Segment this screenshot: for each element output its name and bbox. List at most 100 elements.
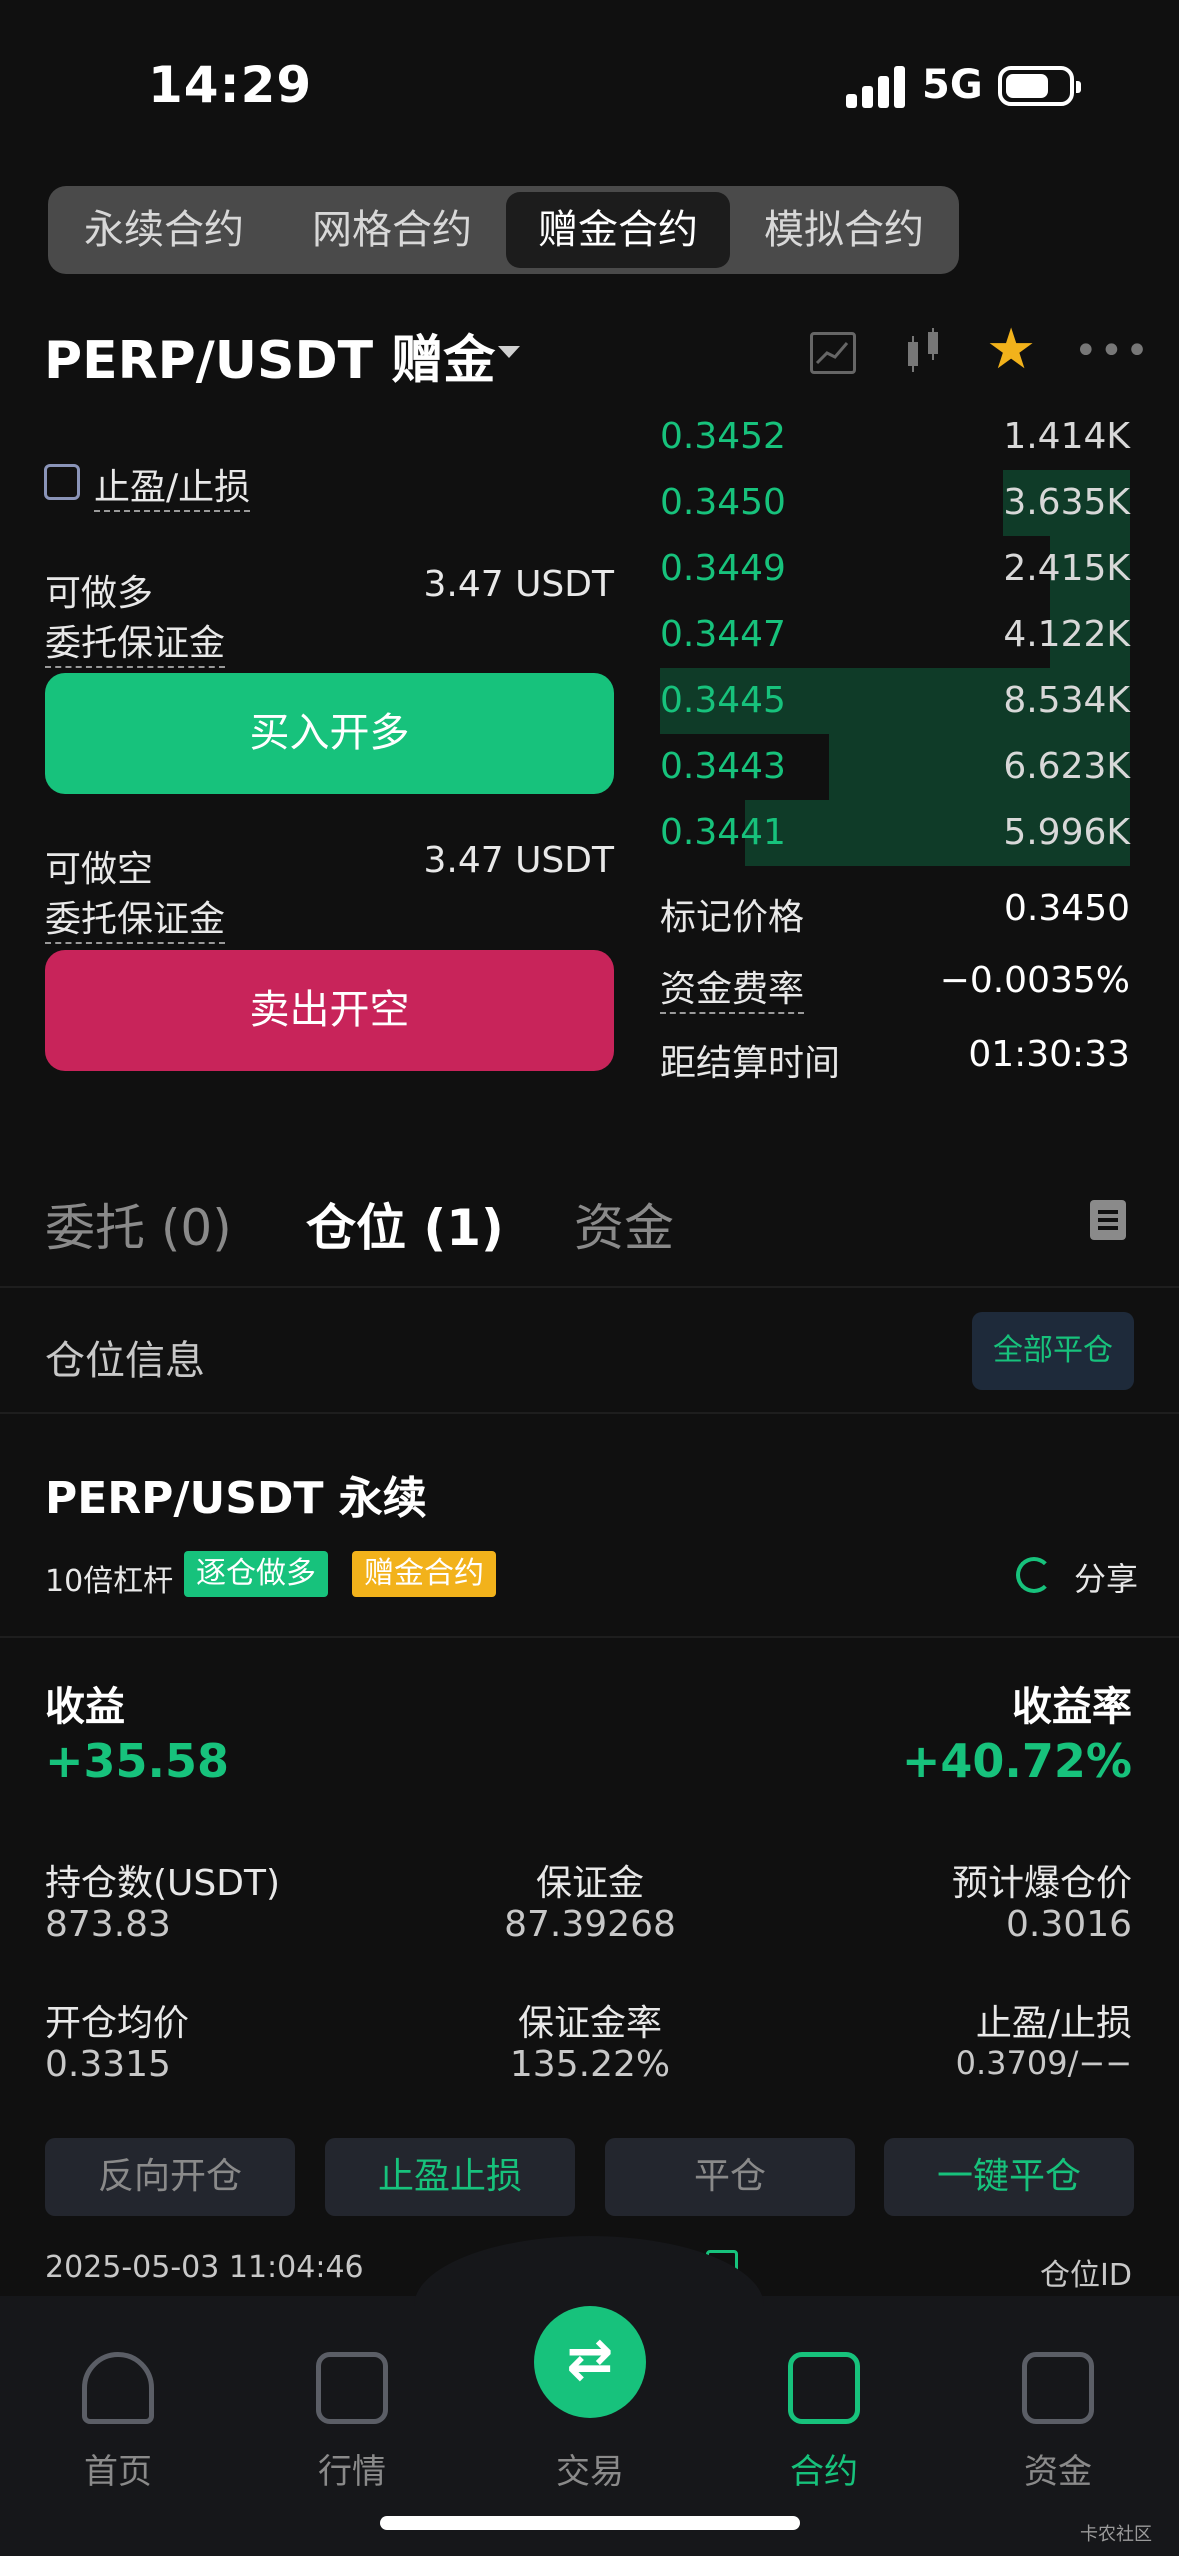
tab-orders[interactable]: 委托 (0) bbox=[45, 1188, 232, 1260]
roe-value: +40.72% bbox=[901, 1734, 1132, 1788]
status-bar: 14:29 5G bbox=[0, 0, 1179, 170]
home-indicator bbox=[380, 2516, 800, 2530]
segment-demo[interactable]: 模拟合约 bbox=[734, 192, 954, 268]
orderbook-row[interactable]: 0.3450 3.635K bbox=[660, 470, 1130, 536]
orderbook-qty: 5.996K bbox=[1003, 812, 1130, 853]
short-margin-label: 委托保证金 bbox=[45, 899, 226, 944]
tab-positions[interactable]: 仓位 (1) bbox=[306, 1188, 504, 1260]
tpsl-checkbox[interactable] bbox=[44, 464, 80, 500]
nav-label: 资金 bbox=[1024, 2452, 1092, 2492]
orderbook-row[interactable]: 0.3449 2.415K bbox=[660, 536, 1130, 602]
close-all-button[interactable]: 全部平仓 bbox=[972, 1312, 1134, 1390]
margin-label: 保证金 bbox=[535, 1863, 644, 1904]
chart-icon[interactable] bbox=[810, 332, 856, 374]
orderbook-price: 0.3452 bbox=[660, 416, 786, 457]
segment-grid[interactable]: 网格合约 bbox=[282, 192, 502, 268]
candlestick-icon[interactable] bbox=[904, 328, 944, 376]
margin-rate-value: 135.22% bbox=[509, 2044, 671, 2085]
share-button[interactable]: 分享 bbox=[1074, 1554, 1138, 1600]
short-available-value: 3.47 USDT bbox=[423, 840, 614, 881]
quick-close-button[interactable]: 一键平仓 bbox=[884, 2138, 1134, 2216]
size-label: 持仓数(USDT) bbox=[45, 1863, 281, 1904]
home-icon bbox=[82, 2352, 154, 2424]
market-icon bbox=[316, 2352, 388, 2424]
orderbook-price: 0.3441 bbox=[660, 812, 786, 853]
settle-time-label: 距结算时间 bbox=[660, 1043, 841, 1084]
pnl-label: 收益 bbox=[45, 1684, 125, 1730]
liq-price-label: 预计爆仓价 bbox=[951, 1863, 1132, 1904]
orderbook-price: 0.3450 bbox=[660, 482, 786, 523]
orderbook-price: 0.3447 bbox=[660, 614, 786, 655]
short-available-label: 可做空 bbox=[45, 849, 154, 890]
orderbook-row[interactable]: 0.3443 6.623K bbox=[660, 734, 1130, 800]
wallet-icon bbox=[1022, 2352, 1094, 2424]
share-icon[interactable] bbox=[1016, 1557, 1052, 1593]
orderbook-row[interactable]: 0.3447 4.122K bbox=[660, 602, 1130, 668]
star-icon[interactable]: ★ bbox=[986, 322, 1036, 378]
entry-price-label: 开仓均价 bbox=[45, 2003, 190, 2044]
segment-perpetual[interactable]: 永续合约 bbox=[54, 192, 274, 268]
orderbook-qty: 4.122K bbox=[1003, 614, 1130, 655]
more-icon[interactable]: ••• bbox=[1074, 331, 1151, 371]
long-margin-label: 委托保证金 bbox=[45, 623, 226, 668]
nav-trade[interactable]: 交易 bbox=[510, 2352, 670, 2493]
pair-selector[interactable]: PERP/USDT 赠金 bbox=[44, 318, 495, 393]
margin-mode-badge: 逐仓做多 bbox=[184, 1551, 328, 1597]
nav-contract[interactable]: 合约 bbox=[744, 2352, 904, 2493]
size-value: 873.83 bbox=[45, 1904, 171, 1945]
orderbook-row[interactable]: 0.3452 1.414K bbox=[660, 404, 1130, 470]
margin-value: 87.39268 bbox=[504, 1904, 676, 1945]
settle-time-value: 01:30:33 bbox=[968, 1034, 1130, 1075]
nav-label: 行情 bbox=[318, 2452, 386, 2492]
tpsl-label: 止盈/止损 bbox=[94, 467, 251, 512]
segment-bonus[interactable]: 赠金合约 bbox=[506, 192, 730, 268]
nav-label: 首页 bbox=[84, 2452, 152, 2492]
pnl-value: +35.58 bbox=[45, 1734, 230, 1788]
orderbook-price: 0.3443 bbox=[660, 746, 786, 787]
mark-price-value: 0.3450 bbox=[1004, 888, 1130, 929]
reverse-position-button[interactable]: 反向开仓 bbox=[45, 2138, 295, 2216]
nav-funds[interactable]: 资金 bbox=[978, 2352, 1138, 2493]
signal-icon bbox=[846, 66, 906, 108]
orderbook-price: 0.3445 bbox=[660, 680, 786, 721]
roe-label: 收益率 bbox=[1012, 1684, 1132, 1730]
position-symbol: PERP/USDT 永续 bbox=[45, 1473, 427, 1524]
close-position-button[interactable]: 平仓 bbox=[605, 2138, 855, 2216]
long-available-value: 3.47 USDT bbox=[423, 564, 614, 605]
orderbook-qty: 8.534K bbox=[1003, 680, 1130, 721]
chevron-down-icon[interactable] bbox=[498, 346, 520, 358]
tpsl-button[interactable]: 止盈止损 bbox=[325, 2138, 575, 2216]
sell-short-button[interactable]: 卖出开空 bbox=[45, 950, 614, 1071]
tab-funds[interactable]: 资金 bbox=[574, 1188, 674, 1260]
buy-long-button[interactable]: 买入开多 bbox=[45, 673, 614, 794]
status-time: 14:29 bbox=[148, 56, 313, 114]
orderbook-qty: 6.623K bbox=[1003, 746, 1130, 787]
watermark-text: 卡农社区 bbox=[1080, 2524, 1152, 2545]
battery-icon bbox=[998, 66, 1081, 106]
orderbook-row[interactable]: 0.3445 8.534K bbox=[660, 668, 1130, 734]
nav-label: 交易 bbox=[556, 2452, 624, 2492]
nav-label: 合约 bbox=[790, 2452, 858, 2492]
funding-rate-value: −0.0035% bbox=[939, 960, 1130, 1001]
tpsl-position-value: 0.3709/−− bbox=[955, 2044, 1132, 2082]
position-time: 2025-05-03 11:04:46 bbox=[45, 2250, 364, 2285]
orderbook-qty: 2.415K bbox=[1003, 548, 1130, 589]
divider bbox=[0, 1286, 1179, 1288]
nav-market[interactable]: 行情 bbox=[272, 2352, 432, 2493]
divider bbox=[0, 1636, 1179, 1638]
mark-price-label: 标记价格 bbox=[660, 897, 805, 938]
contract-icon bbox=[788, 2352, 860, 2424]
nav-home[interactable]: 首页 bbox=[38, 2352, 198, 2493]
orderbook-price: 0.3449 bbox=[660, 548, 786, 589]
contract-type-segment: 永续合约 网格合约 赠金合约 模拟合约 bbox=[48, 186, 959, 274]
orderbook-row[interactable]: 0.3441 5.996K bbox=[660, 800, 1130, 866]
funding-rate-label[interactable]: 资金费率 bbox=[660, 969, 805, 1014]
margin-rate-label: 保证金率 bbox=[517, 2003, 662, 2044]
tpsl-position-label: 止盈/止损 bbox=[975, 2003, 1132, 2044]
orderbook-qty: 1.414K bbox=[1003, 416, 1130, 457]
leverage-label: 10倍杠杆 bbox=[45, 1564, 174, 1599]
entry-price-value: 0.3315 bbox=[45, 2044, 171, 2085]
bonus-badge: 赠金合约 bbox=[352, 1551, 496, 1597]
document-icon[interactable] bbox=[1090, 1200, 1126, 1240]
network-label: 5G bbox=[922, 62, 983, 108]
